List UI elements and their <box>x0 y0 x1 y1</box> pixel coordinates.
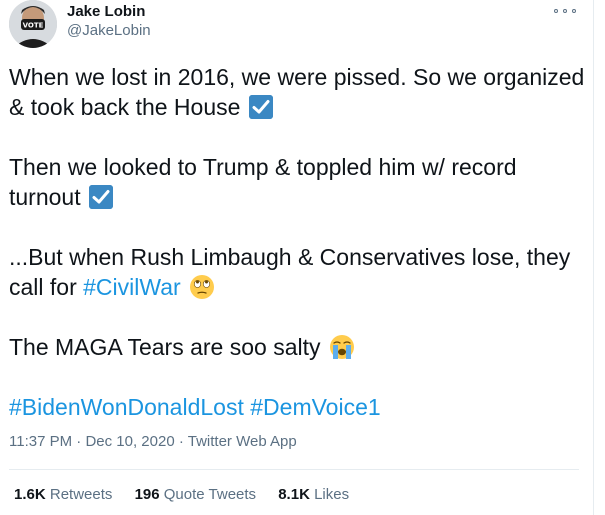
tweet-card: VOTE Jake Lobin @JakeLobin When we lost … <box>0 0 594 515</box>
tweet-line: call for <box>9 274 84 300</box>
divider <box>9 469 579 470</box>
quote-tweets-stat[interactable]: 196 Quote Tweets <box>135 486 256 503</box>
hashtag-row: #BidenWonDonaldLost #DemVoice1 <box>9 392 579 422</box>
tweet-date[interactable]: Dec 10, 2020 <box>85 433 174 450</box>
quote-tweets-count: 196 <box>134 486 160 503</box>
meta-separator: · <box>178 433 184 450</box>
tweet-stats: 1.6K Retweets 196 Quote Tweets 8.1K Like… <box>14 486 367 503</box>
tweet-line: When we lost in 2016, we were pissed. So… <box>9 64 585 90</box>
tweet-line: Then we looked to Trump & toppled him w/… <box>9 154 517 180</box>
tweet-paragraph: Then we looked to Trump & toppled him w/… <box>9 152 579 212</box>
check-mark-button-icon <box>89 185 113 209</box>
tweet-line: ...But when Rush Limbaugh & Conservative… <box>9 244 571 270</box>
tweet-text: When we lost in 2016, we were pissed. So… <box>9 62 584 452</box>
loudly-crying-face-icon <box>329 335 354 359</box>
retweets-stat[interactable]: 1.6K Retweets <box>14 486 112 503</box>
tweet-meta: 11:37 PM · Dec 10, 2020 · Twitter Web Ap… <box>9 433 297 450</box>
quote-tweets-label: Quote Tweets <box>163 486 257 503</box>
avatar[interactable]: VOTE <box>9 0 57 48</box>
hashtag-link[interactable]: #CivilWar <box>83 274 181 300</box>
avatar-mask-text: VOTE <box>23 22 44 30</box>
more-dot-icon <box>554 9 558 13</box>
avatar-image: VOTE <box>9 0 57 48</box>
tweet-source[interactable]: Twitter Web App <box>188 433 297 450</box>
hashtag-link[interactable]: #BidenWonDonaldLost <box>9 394 244 420</box>
meta-separator: · <box>76 433 82 450</box>
retweets-count: 1.6K <box>14 486 46 503</box>
check-mark-button-icon <box>248 95 273 119</box>
tweet-line: & took back the House <box>9 94 241 120</box>
tweet-time[interactable]: 11:37 PM <box>9 433 72 450</box>
tweet-line: The MAGA Tears are soo salty <box>9 334 321 360</box>
author-name[interactable]: Jake Lobin <box>67 3 145 20</box>
author-handle[interactable]: @JakeLobin <box>67 22 151 39</box>
tweet-paragraph: The MAGA Tears are soo salty <box>9 332 579 362</box>
face-with-rolling-eyes-icon <box>190 275 215 299</box>
likes-stat[interactable]: 8.1K Likes <box>278 486 349 503</box>
likes-label: Likes <box>314 486 350 503</box>
hashtag-link[interactable]: #DemVoice1 <box>250 394 380 420</box>
tweet-paragraph: When we lost in 2016, we were pissed. So… <box>9 62 584 122</box>
likes-count: 8.1K <box>278 486 310 503</box>
tweet-paragraph: ...But when Rush Limbaugh & Conservative… <box>9 242 579 302</box>
tweet-line: turnout <box>9 184 81 210</box>
more-dot-icon <box>572 9 576 13</box>
more-dot-icon <box>563 9 567 13</box>
more-options-button[interactable] <box>554 4 576 18</box>
retweets-label: Retweets <box>49 486 113 503</box>
